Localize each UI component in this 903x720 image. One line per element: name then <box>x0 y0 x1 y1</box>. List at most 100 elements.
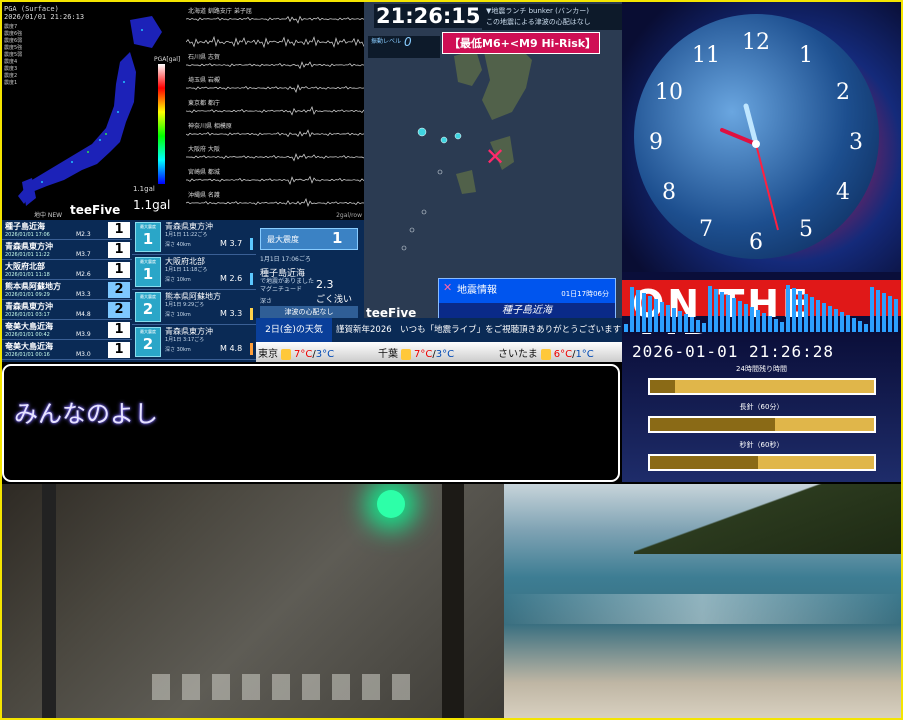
equalizer-bar <box>660 302 664 332</box>
ticker-box: ▼地震ランチ bunker (バンカー) この地震による津波の心配はなし <box>482 4 622 30</box>
hour-hand <box>743 103 759 147</box>
quake-intensity: 1 <box>108 262 130 278</box>
quake-detail-item[interactable]: 最大震度 2 青森県東方沖 1月1日 3:17ごろ 深さ 30km M 4.8 <box>132 325 256 360</box>
equalizer-bar <box>750 307 754 332</box>
quake-mag: M3.9 <box>76 331 91 338</box>
detail-mag: M 4.8 <box>220 344 243 353</box>
equalizer-bar <box>630 287 634 332</box>
utility-pole <box>442 484 464 718</box>
crosswalk <box>152 674 412 700</box>
waveform-unit: 2gal/row <box>336 212 362 219</box>
quake-name: 奄美大島近海 <box>5 322 53 331</box>
waveform-trace <box>186 84 364 93</box>
quake-mag: M3.0 <box>76 351 91 358</box>
waveform-row: 沖縄県 名護 <box>186 190 364 212</box>
intensity-box: 最大震度 2 <box>135 327 161 357</box>
quake-detail-item[interactable]: 最大震度 1 青森県東方沖 1月1日 11:22ごろ 深さ 40km M 3.7 <box>132 220 256 255</box>
quake-list-item[interactable]: 大阪府北部 2026/01/01 11:18 M2.6 1 <box>2 260 132 280</box>
quake-info-box: ✕ 地震情報 01日17時06分 種子島近海 <box>438 278 616 320</box>
detail-date: 1月1日 3:17ごろ <box>165 337 205 343</box>
waveform-trace <box>186 35 364 49</box>
equalizer-bar <box>822 303 826 332</box>
quake-time: 2026/01/01 11:18 <box>5 272 50 278</box>
equalizer-bar <box>894 299 898 332</box>
quake-name: 青森県東方沖 <box>5 242 53 251</box>
equalizer-bar <box>834 309 838 332</box>
equalizer-bar <box>828 306 832 332</box>
quake-mag: M3.7 <box>76 251 91 258</box>
detail-mag: M 2.6 <box>220 274 243 283</box>
pga-brand: teeFive <box>70 203 121 217</box>
quake-list-item[interactable]: 青森県東方沖 2026/01/01 03:17 M4.8 2 <box>2 300 132 320</box>
info-mag-value: 2.3 <box>316 278 334 291</box>
intensity-value: 2 <box>142 335 154 353</box>
quake-history-list: 種子島近海 2026/01/01 17:06 M2.3 1 青森県東方沖 2026/01/… <box>2 220 132 362</box>
temp-high: 6°C <box>553 349 573 360</box>
quake-list-item[interactable]: 奄美大島近海 2026/01/01 00:16 M3.0 1 <box>2 340 132 360</box>
quake-mag: M3.3 <box>76 291 91 298</box>
shake-level-box: 振動レベル 0 <box>368 36 440 58</box>
weather-city: さいたま 6°C/1°C <box>498 348 594 360</box>
equalizer-bar <box>774 319 778 332</box>
equalizer-bar <box>684 314 688 332</box>
equalizer-bar <box>702 323 706 332</box>
epicenter-map-panel: ✕ 21:26:15 振動レベル 0 ▼地震ランチ bunker (バンカー) … <box>364 2 622 320</box>
quake-detail-item[interactable]: 最大震度 1 大阪府北部 1月1日 11:18ごろ 深さ 10km M 2.6 <box>132 255 256 290</box>
pga-scale-label: PGA[gal] <box>154 56 181 63</box>
quake-list-item[interactable]: 種子島近海 2026/01/01 17:06 M2.3 1 <box>2 220 132 240</box>
equalizer-bar <box>792 288 796 332</box>
equalizer-bar <box>876 290 880 332</box>
quake-time: 2026/01/01 00:42 <box>5 332 50 338</box>
temp-low: 3°C <box>315 349 335 360</box>
waveform-row: 宮崎県 都城 <box>186 167 364 189</box>
weather-icon <box>540 348 551 360</box>
quake-list-item[interactable]: 青森県東方沖 2026/01/01 11:22 M3.7 1 <box>2 240 132 260</box>
quake-intensity: 1 <box>108 342 130 358</box>
waveform-trace <box>186 61 364 70</box>
waveform-trace <box>186 198 364 207</box>
info-mag-label: マグニチュード <box>260 286 303 293</box>
equalizer-bar <box>810 297 814 332</box>
equalizer-bar <box>762 313 766 332</box>
weather-city: 東京 7°C/3°C <box>258 348 335 360</box>
weather-bar: 東京 7°C/3°C 千葉 7°C/3°C さいたま 6°C/1°C <box>256 342 622 362</box>
temp-low: 3°C <box>435 349 455 360</box>
quake-mag: M2.6 <box>76 271 91 278</box>
max-intensity-label: 最大震度 <box>260 228 358 250</box>
waveform-trace <box>186 106 364 116</box>
waveform-row: 石川県 志賀 <box>186 52 364 74</box>
equalizer-bar <box>708 286 712 332</box>
weather-icon <box>281 348 291 360</box>
ticker-line-1: ▼地震ランチ bunker (バンカー) <box>486 7 589 15</box>
equalizer-bar <box>888 296 892 332</box>
timer-label-1: 24時間残り時間 <box>736 365 787 373</box>
equalizer-bar <box>816 300 820 332</box>
wave-foam <box>504 594 901 624</box>
quake-detail-item[interactable]: 最大震度 2 熊本県阿蘇地方 1月1日 9:29ごろ 深さ 10km M 3.3 <box>132 290 256 325</box>
quake-time: 2026/01/01 03:17 <box>5 312 50 318</box>
second-hand <box>755 143 779 231</box>
detail-color-bar <box>250 308 253 320</box>
detail-mag: M 3.3 <box>220 309 243 318</box>
quake-list-item[interactable]: 熊本県阿蘇地方 2026/01/01 09:29 M3.3 2 <box>2 280 132 300</box>
timer-label-3: 秒針（60秒） <box>739 441 784 449</box>
equalizer-bar <box>696 320 700 332</box>
quake-name: 種子島近海 <box>5 222 45 231</box>
detail-date: 1月1日 11:22ごろ <box>165 232 208 238</box>
weather-city: 千葉 7°C/3°C <box>378 348 455 360</box>
forested-headland <box>634 484 901 554</box>
progress-24h <box>648 378 876 395</box>
waveform-trace <box>186 153 364 162</box>
equalizer-bar <box>744 304 748 332</box>
info-date: 1月1日 17:06ごろ <box>260 256 311 263</box>
pga-source: 地中 NEW <box>34 212 63 219</box>
progress-minute-fill <box>650 418 776 431</box>
equalizer-bar <box>720 292 724 332</box>
shake-level-value: 0 <box>404 35 412 49</box>
chat-message-box: みんなのよし <box>2 364 620 482</box>
info-depth-label: 深さ <box>260 298 273 305</box>
progress-24h-fill <box>650 380 675 393</box>
utility-pole-left <box>42 484 56 718</box>
quake-list-item[interactable]: 奄美大島近海 2026/01/01 00:42 M3.9 1 <box>2 320 132 340</box>
equalizer-bar <box>870 287 874 332</box>
